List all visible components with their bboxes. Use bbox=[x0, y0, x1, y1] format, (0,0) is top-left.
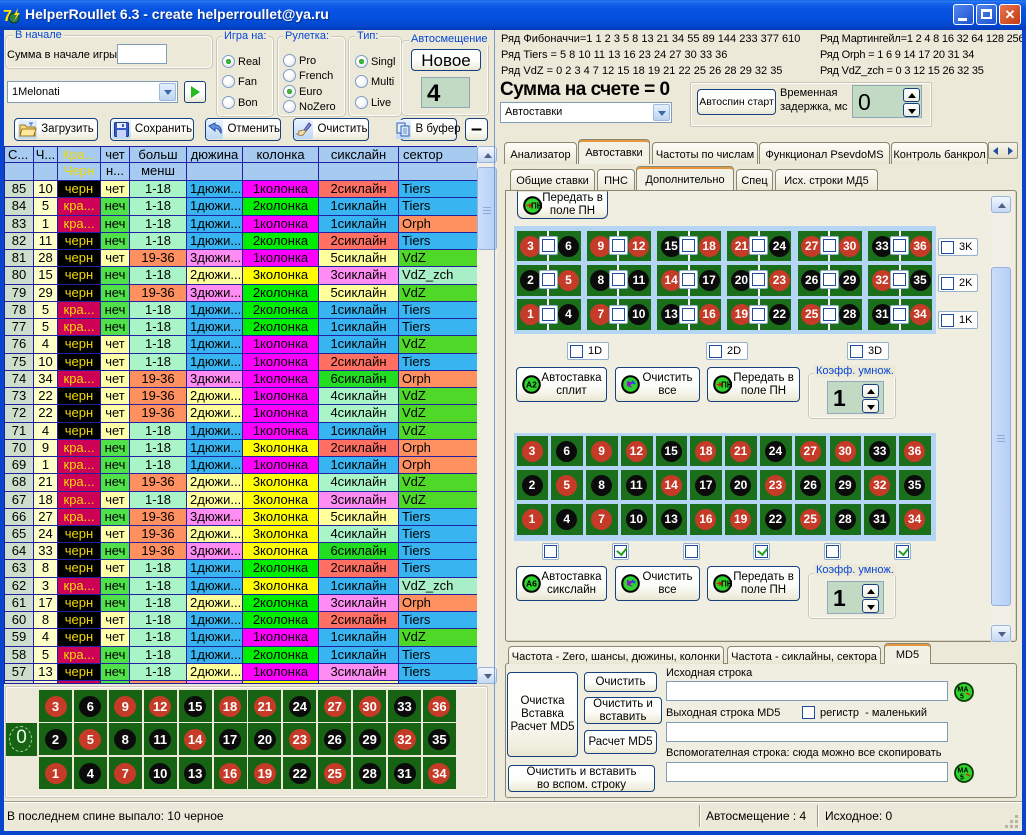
svg-text:5: 5 bbox=[960, 694, 964, 701]
svg-text:А2: А2 bbox=[526, 380, 537, 390]
svg-text:ПН: ПН bbox=[721, 381, 733, 390]
svg-text:МА: МА bbox=[958, 768, 969, 775]
svg-text:МА: МА bbox=[958, 687, 969, 694]
svg-text:5: 5 bbox=[960, 775, 964, 782]
svg-text:ПН: ПН bbox=[531, 201, 543, 210]
svg-text:ПН: ПН bbox=[721, 580, 733, 589]
svg-text:А6: А6 bbox=[526, 579, 537, 589]
